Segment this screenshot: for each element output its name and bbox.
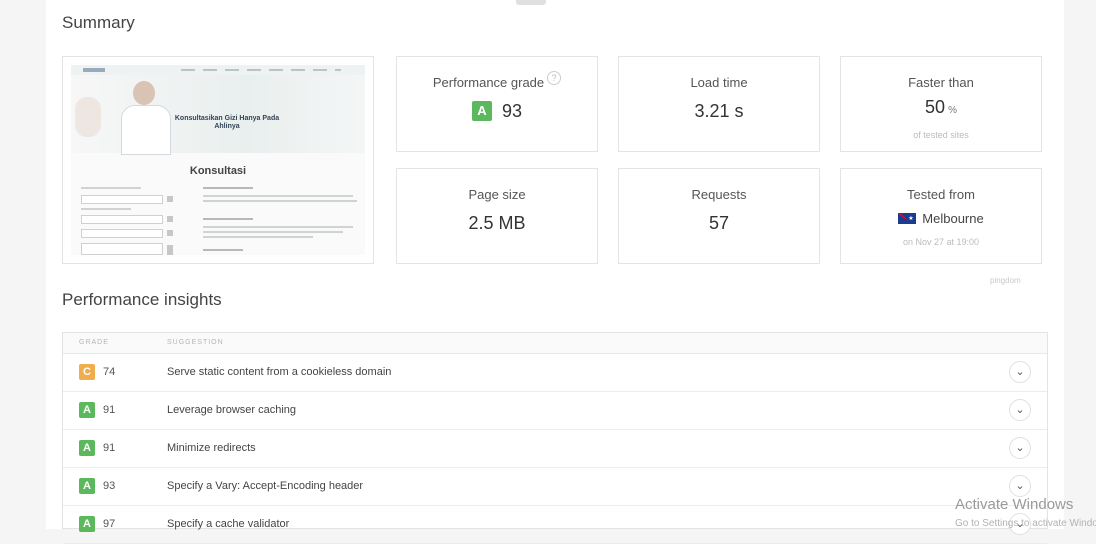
page-size-card: Page size 2.5 MB [396, 168, 598, 264]
performance-grade-label: Performance grade [432, 75, 545, 90]
grade-badge: A [79, 440, 95, 456]
thumb-square [167, 196, 173, 202]
thumb-line [203, 218, 253, 220]
thumb-input [81, 195, 163, 204]
thumb-input [81, 229, 163, 238]
suggestion-text: Specify a Vary: Accept-Encoding header [167, 480, 364, 492]
faster-than-label: Faster than [908, 75, 974, 90]
thumb-square [167, 216, 173, 222]
thumb-line [203, 200, 323, 202]
thumb-hero: Konsultasikan Gizi Hanya Pada Ahlinya [71, 75, 365, 155]
insights-title: Performance insights [62, 290, 222, 309]
thumb-hero-text: Konsultasikan Gizi Hanya Pada Ahlinya [174, 115, 280, 130]
tested-from-location: Melbourne [922, 211, 984, 226]
requests-label: Requests [691, 187, 747, 202]
faster-than-value: 50 [925, 97, 946, 117]
insights-table-header: GRADE SUGGESTION [63, 333, 1047, 354]
suggestion-column-header: SUGGESTION [167, 339, 224, 346]
thumb-doctor-head [133, 81, 155, 105]
load-time-value: 3.21 s [694, 101, 744, 121]
help-icon[interactable]: ? [547, 71, 562, 85]
scroll-handle[interactable] [516, 0, 546, 5]
requests-card: Requests 57 [618, 168, 820, 264]
thumb-line [321, 200, 357, 202]
activate-windows-subtext: Go to Settings to activate Windows. [955, 518, 1096, 529]
australia-flag-icon [898, 213, 917, 224]
summary-title: Summary [62, 13, 135, 32]
tested-from-label: Tested from [907, 187, 975, 202]
performance-grade-value: A 93 [397, 101, 597, 122]
performance-grade-label-wrap: Performance grade? [397, 71, 597, 91]
thumb-navbar [71, 65, 365, 75]
insights-rows: C 74 Serve static content from a cookiel… [63, 354, 1047, 544]
insights-table: GRADE SUGGESTION C 74 Serve static conte… [62, 332, 1048, 544]
chevron-down-icon[interactable]: ⌄ [1009, 399, 1031, 421]
thumb-line [81, 187, 141, 189]
chevron-down-icon[interactable]: ⌄ [1009, 361, 1031, 383]
faster-than-card: Faster than 50% of tested sites [840, 56, 1042, 152]
thumb-line [203, 226, 353, 228]
load-time-label: Load time [690, 75, 748, 90]
page-size-label: Page size [468, 187, 526, 202]
table-row[interactable]: C 74 Serve static content from a cookiel… [63, 354, 1047, 392]
load-time-card: Load time 3.21 s [618, 56, 820, 152]
faster-than-value-wrap: 50% [841, 97, 1041, 118]
grade-score: 97 [103, 518, 116, 530]
table-row[interactable]: A 93 Specify a Vary: Accept-Encoding hea… [63, 468, 1047, 506]
faster-than-unit: % [948, 105, 957, 116]
pingdom-credit: pingdom [990, 276, 1021, 285]
thumb-nav-links [181, 69, 341, 71]
suggestion-text: Specify a cache validator [167, 518, 290, 530]
requests-value: 57 [708, 213, 730, 233]
table-row[interactable]: A 91 Minimize redirects ⌄ [63, 430, 1047, 468]
grade-score: 91 [103, 442, 116, 454]
thumb-doctor-image [121, 105, 171, 155]
grade-badge: A [471, 101, 492, 121]
grade-score: 74 [103, 366, 116, 378]
tested-from-sub: on Nov 27 at 19:00 [902, 237, 980, 247]
thumb-heading: Konsultasi [189, 165, 247, 177]
thumb-line [203, 236, 313, 238]
thumb-textarea [81, 243, 163, 255]
thumb-line [203, 231, 343, 233]
report-page: Summary Konsultasikan Gizi Hanya Pada Ah… [46, 0, 1064, 544]
grade-badge: A [79, 516, 95, 532]
tested-from-location-wrap: Melbourne [841, 211, 1041, 226]
faster-than-sub: of tested sites [913, 130, 969, 140]
page-screenshot-thumbnail: Konsultasikan Gizi Hanya Pada Ahlinya Ko… [62, 56, 374, 264]
grade-column-header: GRADE [79, 339, 109, 346]
suggestion-text: Serve static content from a cookieless d… [167, 366, 392, 378]
performance-grade-card: Performance grade? A 93 [396, 56, 598, 152]
suggestion-text: Leverage browser caching [167, 404, 297, 416]
thumb-person-image [75, 97, 101, 137]
thumb-line [81, 208, 131, 210]
grade-badge: A [79, 402, 95, 418]
grade-score: 93 [103, 480, 116, 492]
tested-from-card: Tested from Melbourne on Nov 27 at 19:00 [840, 168, 1042, 264]
thumb-square [167, 245, 173, 255]
page-size-value: 2.5 MB [468, 213, 526, 233]
thumb-line [203, 187, 253, 189]
table-row[interactable]: A 97 Specify a cache validator ⌄ [63, 506, 1047, 544]
grade-score: 91 [103, 404, 116, 416]
performance-score: 93 [501, 101, 523, 121]
thumbnail-image: Konsultasikan Gizi Hanya Pada Ahlinya Ko… [71, 65, 365, 255]
grade-badge: A [79, 478, 95, 494]
grade-badge: C [79, 364, 95, 380]
table-row[interactable]: A 91 Leverage browser caching ⌄ [63, 392, 1047, 430]
thumb-line [203, 249, 243, 251]
activate-windows-watermark: Activate Windows [955, 496, 1074, 513]
thumb-line [203, 195, 353, 197]
chevron-down-icon[interactable]: ⌄ [1009, 437, 1031, 459]
thumb-square [167, 230, 173, 236]
chevron-down-icon[interactable]: ⌄ [1009, 475, 1031, 497]
thumb-input [81, 215, 163, 224]
thumb-logo [83, 68, 105, 72]
suggestion-text: Minimize redirects [167, 442, 256, 454]
